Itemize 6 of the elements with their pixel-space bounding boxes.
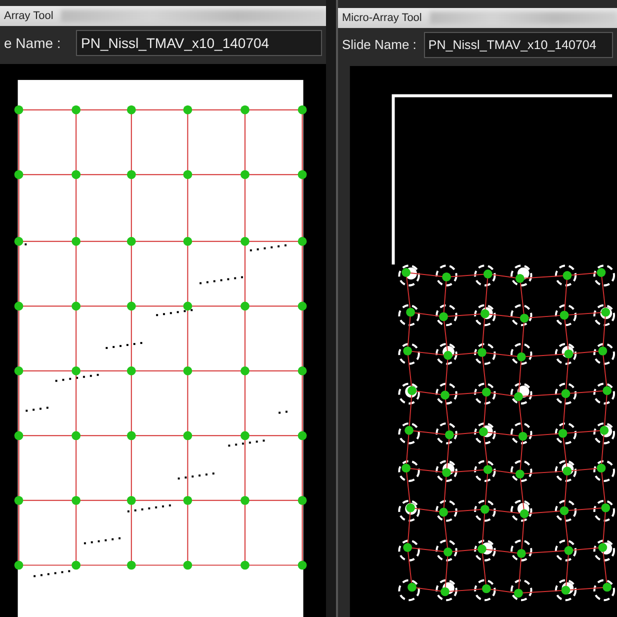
slide-name-label: Slide Name : [342,36,416,54]
slide-name-field[interactable]: PN_Nissl_TMAV_x10_140704 [424,32,613,58]
window-title: Micro-Array Tool [341,12,422,24]
slide-name-label: e Name : [4,34,62,52]
slide-name-field[interactable]: PN_Nissl_TMAV_x10_140704 [76,30,322,56]
window-title: Array Tool [3,10,54,22]
